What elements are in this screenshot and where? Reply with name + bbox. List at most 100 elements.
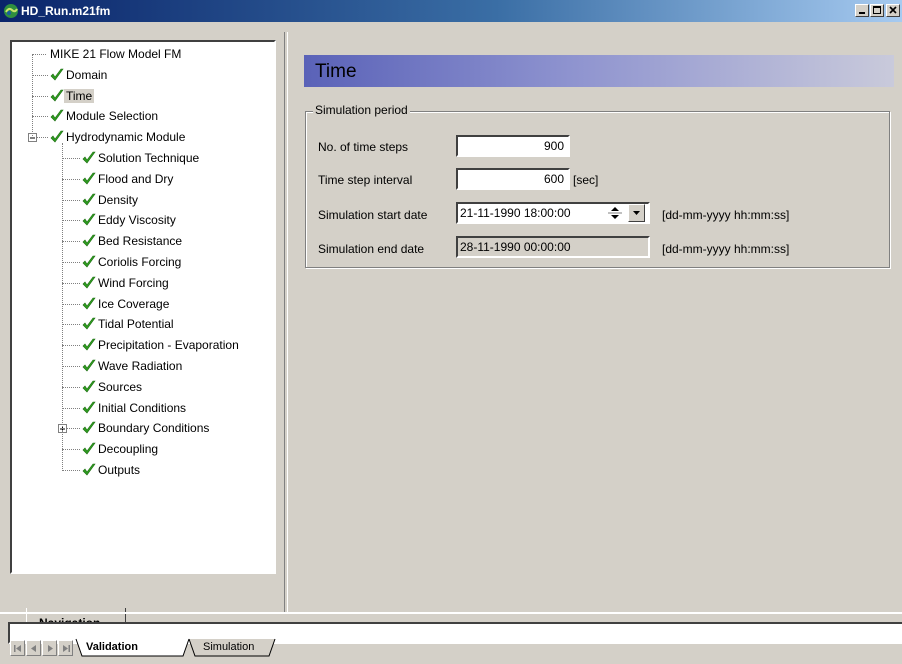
start-date-spinner[interactable] bbox=[606, 204, 624, 222]
start-date-dropdown-button[interactable] bbox=[628, 204, 645, 222]
tree-trunk bbox=[32, 55, 34, 139]
tree-item-initial-conditions[interactable]: Initial Conditions bbox=[12, 400, 274, 417]
tree-connector bbox=[62, 178, 80, 181]
tree-item-label: MIKE 21 Flow Model FM bbox=[50, 47, 182, 61]
checkmark-icon bbox=[50, 110, 64, 122]
tree-item-tidal-potential[interactable]: Tidal Potential bbox=[12, 316, 274, 333]
time-steps-input[interactable]: 900 bbox=[456, 135, 570, 157]
tree-item-hydrodynamic-module[interactable]: Hydrodynamic Module bbox=[12, 129, 274, 146]
navigation-panel: MIKE 21 Flow Model FM Domain Time Module Se… bbox=[6, 36, 278, 638]
tree-item-precipitation-evaporation[interactable]: Precipitation - Evaporation bbox=[12, 337, 274, 354]
tab-simulation[interactable]: Simulation bbox=[203, 639, 273, 657]
tree-connector bbox=[62, 470, 80, 472]
tree-item-domain[interactable]: Domain bbox=[12, 67, 274, 84]
tree-item-sources[interactable]: Sources bbox=[12, 379, 274, 396]
checkmark-icon bbox=[82, 442, 96, 455]
tree-connector bbox=[62, 407, 80, 410]
minimize-icon bbox=[859, 12, 865, 14]
next-tab-button[interactable] bbox=[42, 640, 57, 656]
time-step-interval-label: Time step interval bbox=[318, 173, 413, 187]
tree-item-boundary-conditions[interactable]: Boundary Conditions bbox=[12, 420, 274, 437]
checkmark-icon bbox=[50, 130, 64, 143]
tree-item-label: Bed Resistance bbox=[98, 234, 183, 249]
last-arrow-icon bbox=[63, 645, 70, 652]
tree-item-label: Ice Coverage bbox=[98, 296, 170, 311]
checkmark-icon bbox=[82, 359, 96, 372]
tree-item-bed-resistance[interactable]: Bed Resistance bbox=[12, 233, 274, 250]
tree-item-ice-coverage[interactable]: Ice Coverage bbox=[12, 296, 274, 313]
prev-arrow-icon bbox=[31, 645, 36, 652]
tree-connector bbox=[32, 116, 48, 118]
start-date-value: 21-11-1990 18:00:00 bbox=[460, 206, 571, 220]
checkmark-icon bbox=[82, 401, 96, 414]
section-header: Time bbox=[304, 55, 894, 87]
section-title: Time bbox=[315, 61, 357, 82]
checkmark-icon bbox=[50, 68, 64, 81]
tree-item-coriolis-forcing[interactable]: Coriolis Forcing bbox=[12, 254, 274, 271]
tree-connector bbox=[62, 262, 80, 264]
checkmark-icon bbox=[82, 172, 96, 185]
end-date-label: Simulation end date bbox=[318, 242, 425, 256]
tree-item-flood-and-dry[interactable]: Flood and Dry bbox=[12, 171, 274, 188]
tab-validation[interactable]: Validation bbox=[86, 639, 188, 657]
close-icon bbox=[889, 6, 897, 14]
first-arrow-icon bbox=[14, 645, 21, 652]
checkmark-icon bbox=[82, 234, 96, 247]
last-tab-button[interactable] bbox=[58, 640, 73, 656]
time-steps-label: No. of time steps bbox=[318, 140, 409, 154]
first-tab-button[interactable] bbox=[10, 640, 25, 656]
tree-item-label: Wind Forcing bbox=[98, 275, 169, 290]
tree-item-label: Hydrodynamic Module bbox=[66, 130, 186, 145]
checkmark-icon bbox=[50, 89, 64, 102]
tree-item-decoupling[interactable]: Decoupling bbox=[12, 441, 274, 458]
tree-item-wind-forcing[interactable]: Wind Forcing bbox=[12, 275, 274, 292]
tree-connector bbox=[62, 324, 80, 326]
checkmark-icon bbox=[82, 214, 96, 226]
next-arrow-icon bbox=[48, 645, 53, 652]
tree-connector bbox=[62, 241, 80, 243]
tree-item-label: Domain bbox=[66, 67, 108, 82]
tree-item-solution-technique[interactable]: Solution Technique bbox=[12, 150, 274, 167]
app-icon bbox=[4, 4, 18, 18]
tree-connector bbox=[62, 220, 80, 222]
tree-branch bbox=[62, 143, 64, 471]
tree-item-module-selection[interactable]: Module Selection bbox=[12, 108, 274, 125]
tree-connector bbox=[62, 386, 80, 389]
tree-connector bbox=[62, 449, 80, 451]
tree-connector bbox=[32, 54, 46, 56]
tree-item-label: Decoupling bbox=[98, 442, 159, 457]
checkmark-icon bbox=[82, 151, 96, 164]
prev-tab-button[interactable] bbox=[26, 640, 41, 656]
panel-splitter[interactable] bbox=[284, 32, 288, 612]
tree-item-label: Outputs bbox=[98, 463, 141, 477]
maximize-button[interactable] bbox=[870, 4, 884, 17]
tree-item-eddy-viscosity[interactable]: Eddy Viscosity bbox=[12, 212, 274, 229]
tree-connector bbox=[62, 345, 80, 347]
tree-item-mike-21-flow-model-fm[interactable]: MIKE 21 Flow Model FM bbox=[12, 46, 274, 63]
navigation-tree[interactable]: MIKE 21 Flow Model FM Domain Time Module Se… bbox=[10, 40, 276, 574]
tree-item-wave-radiation[interactable]: Wave Radiation bbox=[12, 358, 274, 375]
tree-item-density[interactable]: Density bbox=[12, 192, 274, 209]
end-date-field: 28-11-1990 00:00:00 bbox=[456, 236, 650, 258]
tree-item-time[interactable]: Time bbox=[12, 88, 274, 105]
tree-item-label: Precipitation - Evaporation bbox=[98, 338, 239, 353]
start-date-format: [dd-mm-yyyy hh:mm:ss] bbox=[662, 208, 790, 222]
checkmark-icon bbox=[82, 255, 96, 268]
tree-item-label: Density bbox=[98, 192, 139, 207]
tree-connector bbox=[62, 303, 80, 306]
window-title: HD_Run.m21fm bbox=[21, 4, 111, 18]
tree-item-label: Solution Technique bbox=[98, 151, 200, 165]
tree-connector bbox=[62, 366, 80, 368]
close-button[interactable] bbox=[886, 4, 900, 17]
tree-item-label: Sources bbox=[98, 379, 143, 394]
tree-item-label: Eddy Viscosity bbox=[98, 213, 176, 228]
tree-connector bbox=[62, 158, 80, 160]
end-date-format: [dd-mm-yyyy hh:mm:ss] bbox=[662, 242, 790, 256]
minimize-button[interactable] bbox=[855, 4, 869, 17]
tab-validation-label: Validation bbox=[86, 641, 138, 653]
tree-item-label: Tidal Potential bbox=[98, 317, 174, 332]
time-step-unit: [sec] bbox=[573, 173, 599, 187]
time-step-interval-input[interactable]: 600 bbox=[456, 168, 570, 190]
group-title: Simulation period bbox=[313, 103, 410, 117]
tree-item-outputs[interactable]: Outputs bbox=[12, 462, 274, 479]
